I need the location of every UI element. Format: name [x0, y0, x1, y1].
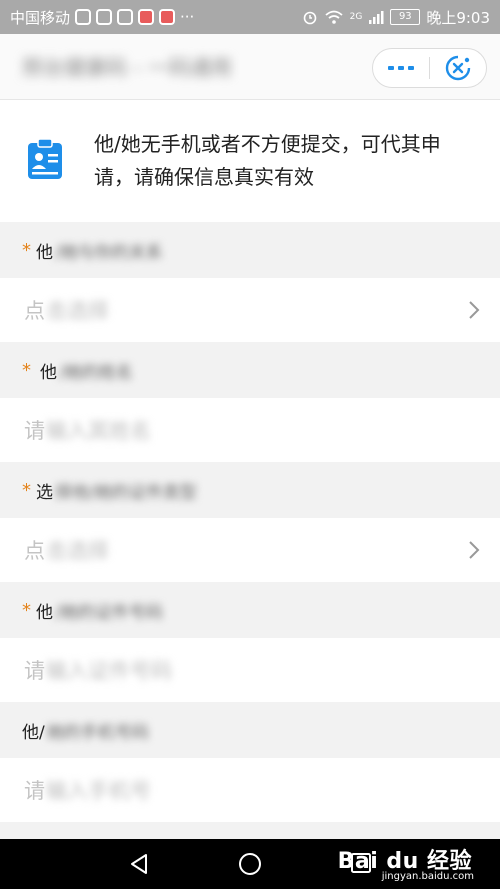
- proxy-application-form: * 他 /她与你的关系 点 击选择 * 他 /她的姓名 请 输入其姓名 * 选 …: [0, 222, 500, 822]
- required-marker: *: [22, 479, 31, 501]
- placeholder-text-blurred: 击选择: [46, 299, 109, 323]
- relationship-select[interactable]: 点 击选择: [0, 278, 500, 342]
- placeholder-text: 点: [24, 299, 45, 323]
- more-dots-icon: [388, 66, 414, 70]
- system-navigation-bar: Bai du 经验 jingyan.baidu.com: [0, 839, 500, 889]
- clock: 晚上9:03: [426, 8, 490, 27]
- phone-input[interactable]: 请 输入手机号: [0, 758, 500, 822]
- network-type: 2G: [349, 12, 363, 22]
- chevron-right-icon: [469, 541, 480, 559]
- required-marker: *: [22, 359, 31, 381]
- label-text-blurred: 她的手机号码: [46, 722, 149, 743]
- close-mini-program-button[interactable]: [430, 49, 486, 87]
- placeholder-text: 点: [24, 539, 45, 563]
- notice-text: 他/她无手机或者不方便提交，可代其申请，请确保信息真实有效: [94, 132, 441, 189]
- app-notification-icon: [159, 9, 176, 25]
- chevron-right-icon: [469, 301, 480, 319]
- id-type-select[interactable]: 点 击选择: [0, 518, 500, 582]
- name-label: * 他 /她的姓名: [0, 342, 500, 398]
- close-circle-icon: [445, 55, 471, 81]
- page-title: 邢台健康码 - 一码通用: [22, 56, 232, 80]
- watermark-url: jingyan.baidu.com: [381, 871, 474, 882]
- battery-icon: 93: [390, 9, 421, 25]
- carrier-name: 中国移动: [10, 8, 71, 27]
- label-text-blurred: /她的证件号码: [55, 602, 163, 623]
- placeholder-text-blurred: 输入证件号码: [46, 659, 172, 683]
- alarm-icon: [303, 11, 316, 25]
- home-icon[interactable]: [238, 852, 262, 876]
- app-notification-icon: [117, 9, 134, 25]
- mini-program-capsule: [372, 48, 487, 88]
- label-text: 他/: [22, 722, 45, 743]
- back-icon[interactable]: [127, 852, 151, 876]
- required-marker: *: [22, 599, 31, 621]
- app-notification-icon: [96, 9, 113, 25]
- phone-label: 他/ 她的手机号码: [0, 702, 500, 758]
- title-bar: 邢台健康码 - 一码通用: [0, 34, 500, 100]
- placeholder-text-blurred: 输入其姓名: [46, 419, 151, 443]
- placeholder-text-blurred: 击选择: [46, 539, 109, 563]
- label-text-blurred: 择他/她的证件类型: [55, 482, 197, 503]
- more-options-button[interactable]: [373, 49, 429, 87]
- label-text: 他: [36, 242, 53, 263]
- id-type-label: * 选 择他/她的证件类型: [0, 462, 500, 518]
- label-text-blurred: /她与你的关系: [55, 242, 163, 263]
- label-text: 他: [40, 362, 57, 383]
- label-text: 选: [36, 482, 53, 503]
- wifi-icon: [325, 10, 343, 24]
- placeholder-text: 请: [24, 779, 45, 803]
- id-number-input[interactable]: 请 输入证件号码: [0, 638, 500, 702]
- more-notifications: ···: [180, 8, 195, 26]
- status-bar: 中国移动 ··· 2G 93 晚上9:03: [0, 0, 500, 34]
- id-number-label: * 他 /她的证件号码: [0, 582, 500, 638]
- label-text: 他: [36, 602, 53, 623]
- clipboard-id-icon: [28, 138, 62, 179]
- required-marker: *: [22, 239, 31, 261]
- placeholder-text: 请: [24, 419, 45, 443]
- app-notification-icon: [75, 9, 92, 25]
- signal-icon: [369, 11, 384, 24]
- relationship-label: * 他 /她与你的关系: [0, 222, 500, 278]
- app-notification-icon: [138, 9, 155, 25]
- label-text-blurred: /她的姓名: [59, 362, 133, 383]
- name-input[interactable]: 请 输入其姓名: [0, 398, 500, 462]
- placeholder-text-blurred: 输入手机号: [46, 779, 151, 803]
- notice-card: 他/她无手机或者不方便提交，可代其申请，请确保信息真实有效: [0, 100, 500, 222]
- placeholder-text: 请: [24, 659, 45, 683]
